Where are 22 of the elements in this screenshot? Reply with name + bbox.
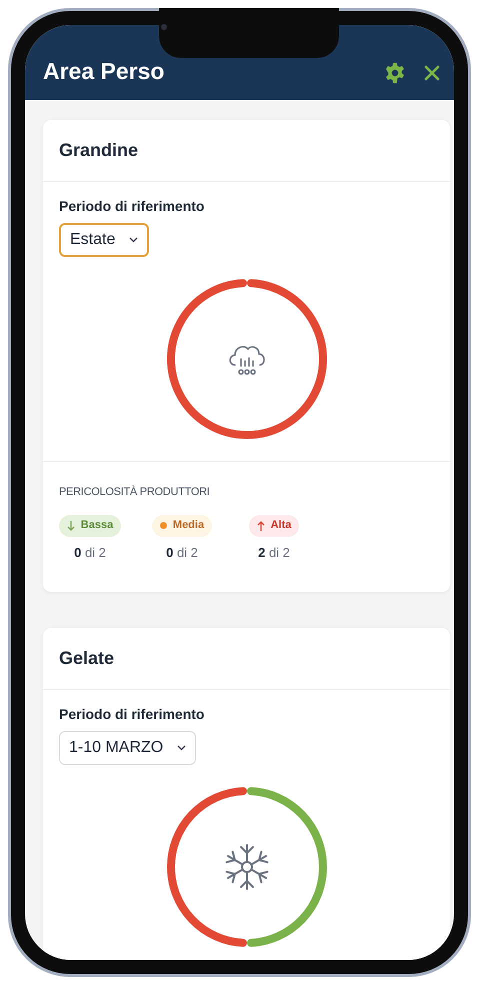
settings-icon[interactable] [384, 62, 406, 84]
level-count: 2 di 2 [258, 544, 290, 562]
chevron-down-icon [177, 745, 186, 751]
level-badge: Alta [248, 514, 300, 536]
level-badge: Bassa [58, 514, 122, 536]
level-count: 0 di 2 [74, 544, 106, 562]
level-badge: Media [152, 514, 212, 536]
card-title: Gelate [59, 647, 114, 670]
field-label: Periodo di riferimento [59, 705, 204, 724]
close-icon[interactable] [424, 65, 440, 81]
camera-icon [161, 24, 167, 30]
arrow-up-icon [256, 520, 265, 530]
chevron-down-icon [129, 237, 138, 243]
period-select[interactable]: 1-10 MARZO [59, 731, 196, 765]
card-title: Grandine [59, 139, 138, 162]
section-title: PERICOLOSITÀ PRODUTTORI [59, 484, 211, 500]
period-select[interactable]: Estate [59, 223, 150, 257]
arrow-down-icon [66, 520, 75, 530]
page-title: Area Perso [43, 56, 164, 86]
field-label: Periodo di riferimento [59, 197, 204, 216]
level-count: 0 di 2 [166, 544, 198, 562]
dot-icon [160, 522, 167, 529]
